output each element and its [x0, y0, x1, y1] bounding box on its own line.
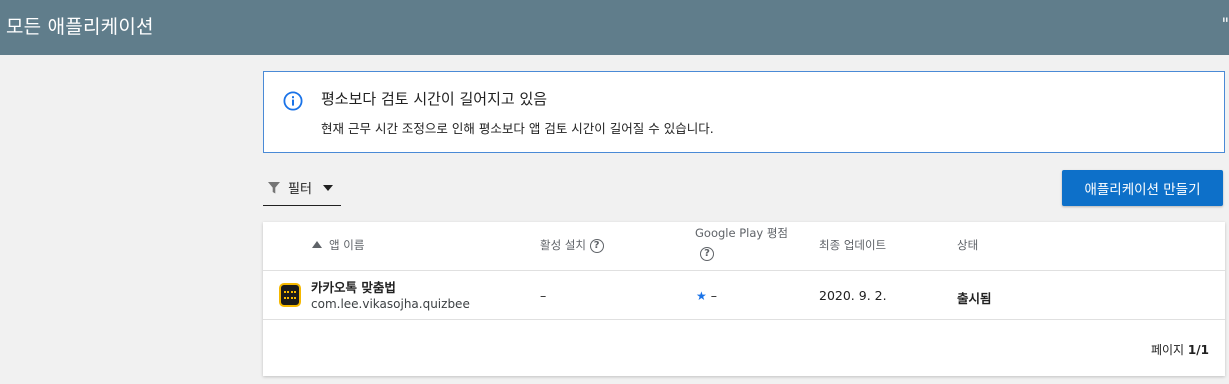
notice-title: 평소보다 검토 시간이 길어지고 있음	[321, 90, 548, 108]
top-bar-edge-glyph: "	[1221, 14, 1229, 33]
column-header-app-name[interactable]: 앱 이름	[329, 237, 364, 253]
column-header-active-installs-label: 활성 설치	[540, 238, 586, 252]
page-title: 모든 애플리케이션	[6, 16, 154, 38]
app-icon	[279, 283, 301, 307]
review-delay-notice: 평소보다 검토 시간이 길어지고 있음 현재 근무 시간 조정으로 인해 평소보…	[263, 71, 1225, 153]
column-header-rating[interactable]: Google Play 평점	[695, 225, 788, 241]
help-icon[interactable]: ?	[589, 238, 604, 253]
rating-help[interactable]: ?	[700, 246, 714, 261]
column-header-active-installs[interactable]: 활성 설치 ?	[540, 237, 604, 253]
rating-text: –	[710, 288, 717, 303]
last-update-value: 2020. 9. 2.	[819, 288, 887, 303]
pagination-label: 페이지	[1150, 343, 1185, 357]
create-application-button[interactable]: 애플리케이션 만들기	[1062, 170, 1223, 206]
filter-label: 필터	[288, 182, 312, 197]
table-header: 앱 이름 활성 설치 ? Google Play 평점 ? 최종 업데이트 상태	[263, 222, 1225, 271]
help-icon[interactable]: ?	[700, 246, 714, 261]
status-value: 출시됨	[957, 291, 992, 306]
active-installs-value: –	[540, 288, 547, 303]
column-header-status[interactable]: 상태	[957, 237, 978, 253]
app-name[interactable]: 카카오톡 맞춤법	[311, 277, 396, 296]
filter-icon	[268, 182, 280, 194]
pagination-value: 1/1	[1187, 343, 1209, 357]
chevron-down-icon	[323, 185, 333, 191]
app-package-name: com.lee.vikasojha.quizbee	[311, 297, 470, 311]
filter-dropdown[interactable]: 필터	[263, 174, 341, 206]
pagination: 페이지 1/1	[1151, 341, 1209, 358]
column-header-last-update[interactable]: 최종 업데이트	[819, 237, 886, 253]
sort-ascending-icon[interactable]	[312, 241, 322, 248]
table-row[interactable]: 카카오톡 맞춤법 com.lee.vikasojha.quizbee – ★ –…	[263, 271, 1225, 320]
top-app-bar: 모든 애플리케이션 "	[0, 0, 1229, 55]
star-icon: ★	[696, 289, 707, 303]
notice-body: 현재 근무 시간 조정으로 인해 평소보다 앱 검토 시간이 길어질 수 있습니…	[321, 121, 714, 136]
info-icon	[283, 91, 303, 111]
rating-value: ★ –	[696, 288, 717, 303]
apps-table: 앱 이름 활성 설치 ? Google Play 평점 ? 최종 업데이트 상태…	[263, 222, 1225, 376]
